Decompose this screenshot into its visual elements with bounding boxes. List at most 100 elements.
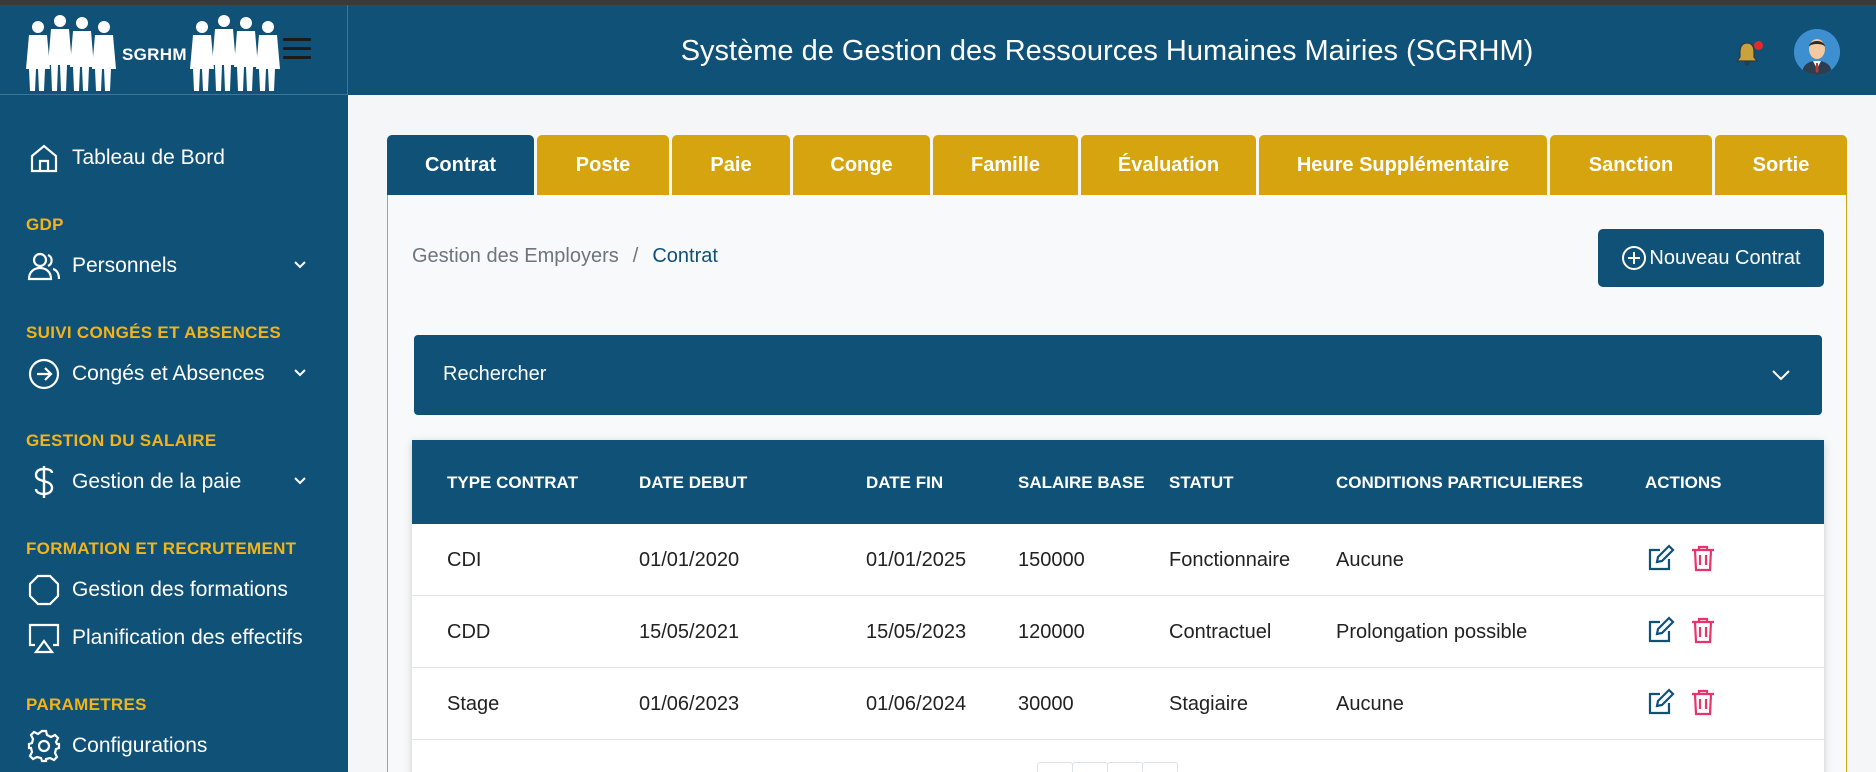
trash-icon[interactable] bbox=[1690, 688, 1716, 716]
screen-share-icon bbox=[26, 620, 62, 656]
breadcrumb-current: Contrat bbox=[652, 245, 718, 267]
tab-paie[interactable]: Paie bbox=[672, 135, 790, 195]
tab-contrat[interactable]: Contrat bbox=[387, 135, 534, 195]
new-contract-label: Nouveau Contrat bbox=[1649, 246, 1801, 269]
table-cell: Fonctionnaire bbox=[1169, 549, 1291, 571]
trash-icon[interactable] bbox=[1690, 616, 1716, 644]
sidebar: SGRHM Tableau de Bord GDP Personnels SUI… bbox=[0, 5, 348, 772]
tab-sanction[interactable]: Sanction bbox=[1550, 135, 1712, 195]
column-header: DATE FIN bbox=[866, 473, 944, 492]
logo-people-right bbox=[190, 11, 282, 93]
sidebar-item-label: Planification des effectifs bbox=[72, 626, 303, 649]
table-cell: Aucune bbox=[1336, 693, 1404, 715]
column-header: TYPE CONTRAT bbox=[447, 473, 578, 492]
table-cell: Stage bbox=[447, 693, 500, 715]
logo-area: SGRHM bbox=[0, 5, 348, 95]
pagination-button[interactable] bbox=[1142, 762, 1178, 772]
table-cell: CDI bbox=[447, 549, 482, 571]
table-header: TYPE CONTRAT DATE DEBUT DATE FIN SALAIRE… bbox=[412, 440, 1824, 524]
table-cell: 01/01/2020 bbox=[639, 549, 740, 571]
dollar-icon bbox=[26, 464, 62, 500]
sidebar-item-paie[interactable]: Gestion de la paie bbox=[26, 464, 241, 500]
tab-bar: Contrat Poste Paie Conge Famille Évaluat… bbox=[387, 135, 1847, 195]
table-cell: 120000 bbox=[1018, 621, 1085, 643]
pagination bbox=[1037, 762, 1178, 772]
column-header: ACTIONS bbox=[1645, 473, 1722, 492]
octagon-icon bbox=[26, 572, 62, 608]
column-header: SALAIRE BASE bbox=[1018, 473, 1145, 492]
table-cell: CDD bbox=[447, 621, 491, 643]
section-parametres: PARAMETRES bbox=[26, 695, 147, 714]
pagination-button[interactable] bbox=[1037, 762, 1073, 772]
sidebar-item-configurations[interactable]: Configurations bbox=[26, 728, 207, 764]
table-cell: Contractuel bbox=[1169, 621, 1272, 643]
hamburger-menu-icon[interactable] bbox=[283, 38, 311, 62]
logo-text: SGRHM bbox=[122, 45, 187, 64]
table-cell: 01/01/2025 bbox=[866, 549, 967, 571]
table-cell: 150000 bbox=[1018, 549, 1085, 571]
app-header: Système de Gestion des Ressources Humain… bbox=[348, 5, 1876, 95]
sidebar-item-formations[interactable]: Gestion des formations bbox=[26, 572, 288, 608]
chevron-down-icon[interactable] bbox=[290, 255, 310, 275]
tab-sortie[interactable]: Sortie bbox=[1715, 135, 1847, 195]
plus-circle-icon bbox=[1622, 246, 1647, 270]
avatar[interactable] bbox=[1794, 29, 1840, 75]
app-title: Système de Gestion des Ressources Humain… bbox=[680, 35, 1534, 67]
tab-evaluation[interactable]: Évaluation bbox=[1081, 135, 1256, 195]
logo-people-left bbox=[26, 11, 118, 93]
trash-icon[interactable] bbox=[1690, 544, 1716, 572]
table-cell: Stagiaire bbox=[1169, 693, 1248, 715]
edit-icon[interactable] bbox=[1647, 616, 1675, 644]
sidebar-item-label: Gestion des formations bbox=[72, 578, 288, 601]
contracts-table: TYPE CONTRAT DATE DEBUT DATE FIN SALAIRE… bbox=[412, 440, 1824, 772]
tab-heure-supplementaire[interactable]: Heure Supplémentaire bbox=[1259, 135, 1547, 195]
sidebar-item-dashboard[interactable]: Tableau de Bord bbox=[26, 140, 225, 176]
sidebar-item-personnels[interactable]: Personnels bbox=[26, 248, 177, 284]
new-contract-button[interactable]: Nouveau Contrat bbox=[1598, 229, 1824, 287]
section-gdp: GDP bbox=[26, 215, 64, 234]
table-row: CDI 01/01/2020 01/01/2025 150000 Fonctio… bbox=[412, 524, 1824, 596]
table-cell: Aucune bbox=[1336, 549, 1404, 571]
chevron-down-icon[interactable] bbox=[1770, 365, 1792, 385]
tab-poste[interactable]: Poste bbox=[537, 135, 669, 195]
users-icon bbox=[26, 248, 62, 284]
breadcrumb-separator: / bbox=[632, 245, 639, 267]
table-cell: 15/05/2023 bbox=[866, 621, 967, 643]
edit-icon[interactable] bbox=[1647, 544, 1675, 572]
table-row: CDD 15/05/2021 15/05/2023 120000 Contrac… bbox=[412, 596, 1824, 668]
pagination-button[interactable] bbox=[1072, 762, 1108, 772]
column-header: DATE DEBUT bbox=[639, 473, 748, 492]
table-row: Stage 01/06/2023 01/06/2024 30000 Stagia… bbox=[412, 668, 1824, 740]
tab-famille[interactable]: Famille bbox=[933, 135, 1078, 195]
breadcrumb: Gestion des Employers / Contrat bbox=[412, 245, 718, 268]
section-salaire: GESTION DU SALAIRE bbox=[26, 431, 217, 450]
section-conges: SUIVI CONGÉS ET ABSENCES bbox=[26, 323, 282, 342]
edit-icon[interactable] bbox=[1647, 688, 1675, 716]
notification-dot bbox=[1754, 41, 1763, 50]
chevron-down-icon[interactable] bbox=[290, 471, 310, 491]
sidebar-item-label: Personnels bbox=[72, 254, 178, 277]
table-cell: Prolongation possible bbox=[1336, 621, 1528, 643]
table-cell: 01/06/2024 bbox=[866, 693, 967, 715]
table-cell: 30000 bbox=[1018, 693, 1074, 715]
tab-conge[interactable]: Conge bbox=[793, 135, 930, 195]
sidebar-item-label: Tableau de Bord bbox=[72, 146, 225, 169]
sidebar-item-conges[interactable]: Congés et Absences bbox=[26, 356, 265, 392]
sidebar-item-label: Gestion de la paie bbox=[72, 470, 242, 493]
column-header: STATUT bbox=[1169, 473, 1234, 492]
sidebar-item-effectifs[interactable]: Planification des effectifs bbox=[26, 620, 303, 656]
table-cell: 15/05/2021 bbox=[639, 621, 740, 643]
home-icon bbox=[26, 140, 62, 176]
section-formation: FORMATION ET RECRUTEMENT bbox=[26, 539, 297, 558]
chevron-down-icon[interactable] bbox=[290, 363, 310, 383]
gear-icon bbox=[26, 728, 62, 764]
table-cell: 01/06/2023 bbox=[639, 693, 740, 715]
sidebar-item-label: Configurations bbox=[72, 734, 208, 757]
pagination-button[interactable] bbox=[1107, 762, 1143, 772]
content-panel: Gestion des Employers / Contrat Nouveau … bbox=[387, 195, 1847, 772]
search-accordion[interactable]: Rechercher bbox=[414, 335, 1822, 415]
arrow-circle-icon bbox=[26, 356, 62, 392]
sidebar-item-label: Congés et Absences bbox=[72, 362, 265, 385]
breadcrumb-parent[interactable]: Gestion des Employers bbox=[412, 245, 619, 268]
search-label: Rechercher bbox=[443, 363, 547, 385]
